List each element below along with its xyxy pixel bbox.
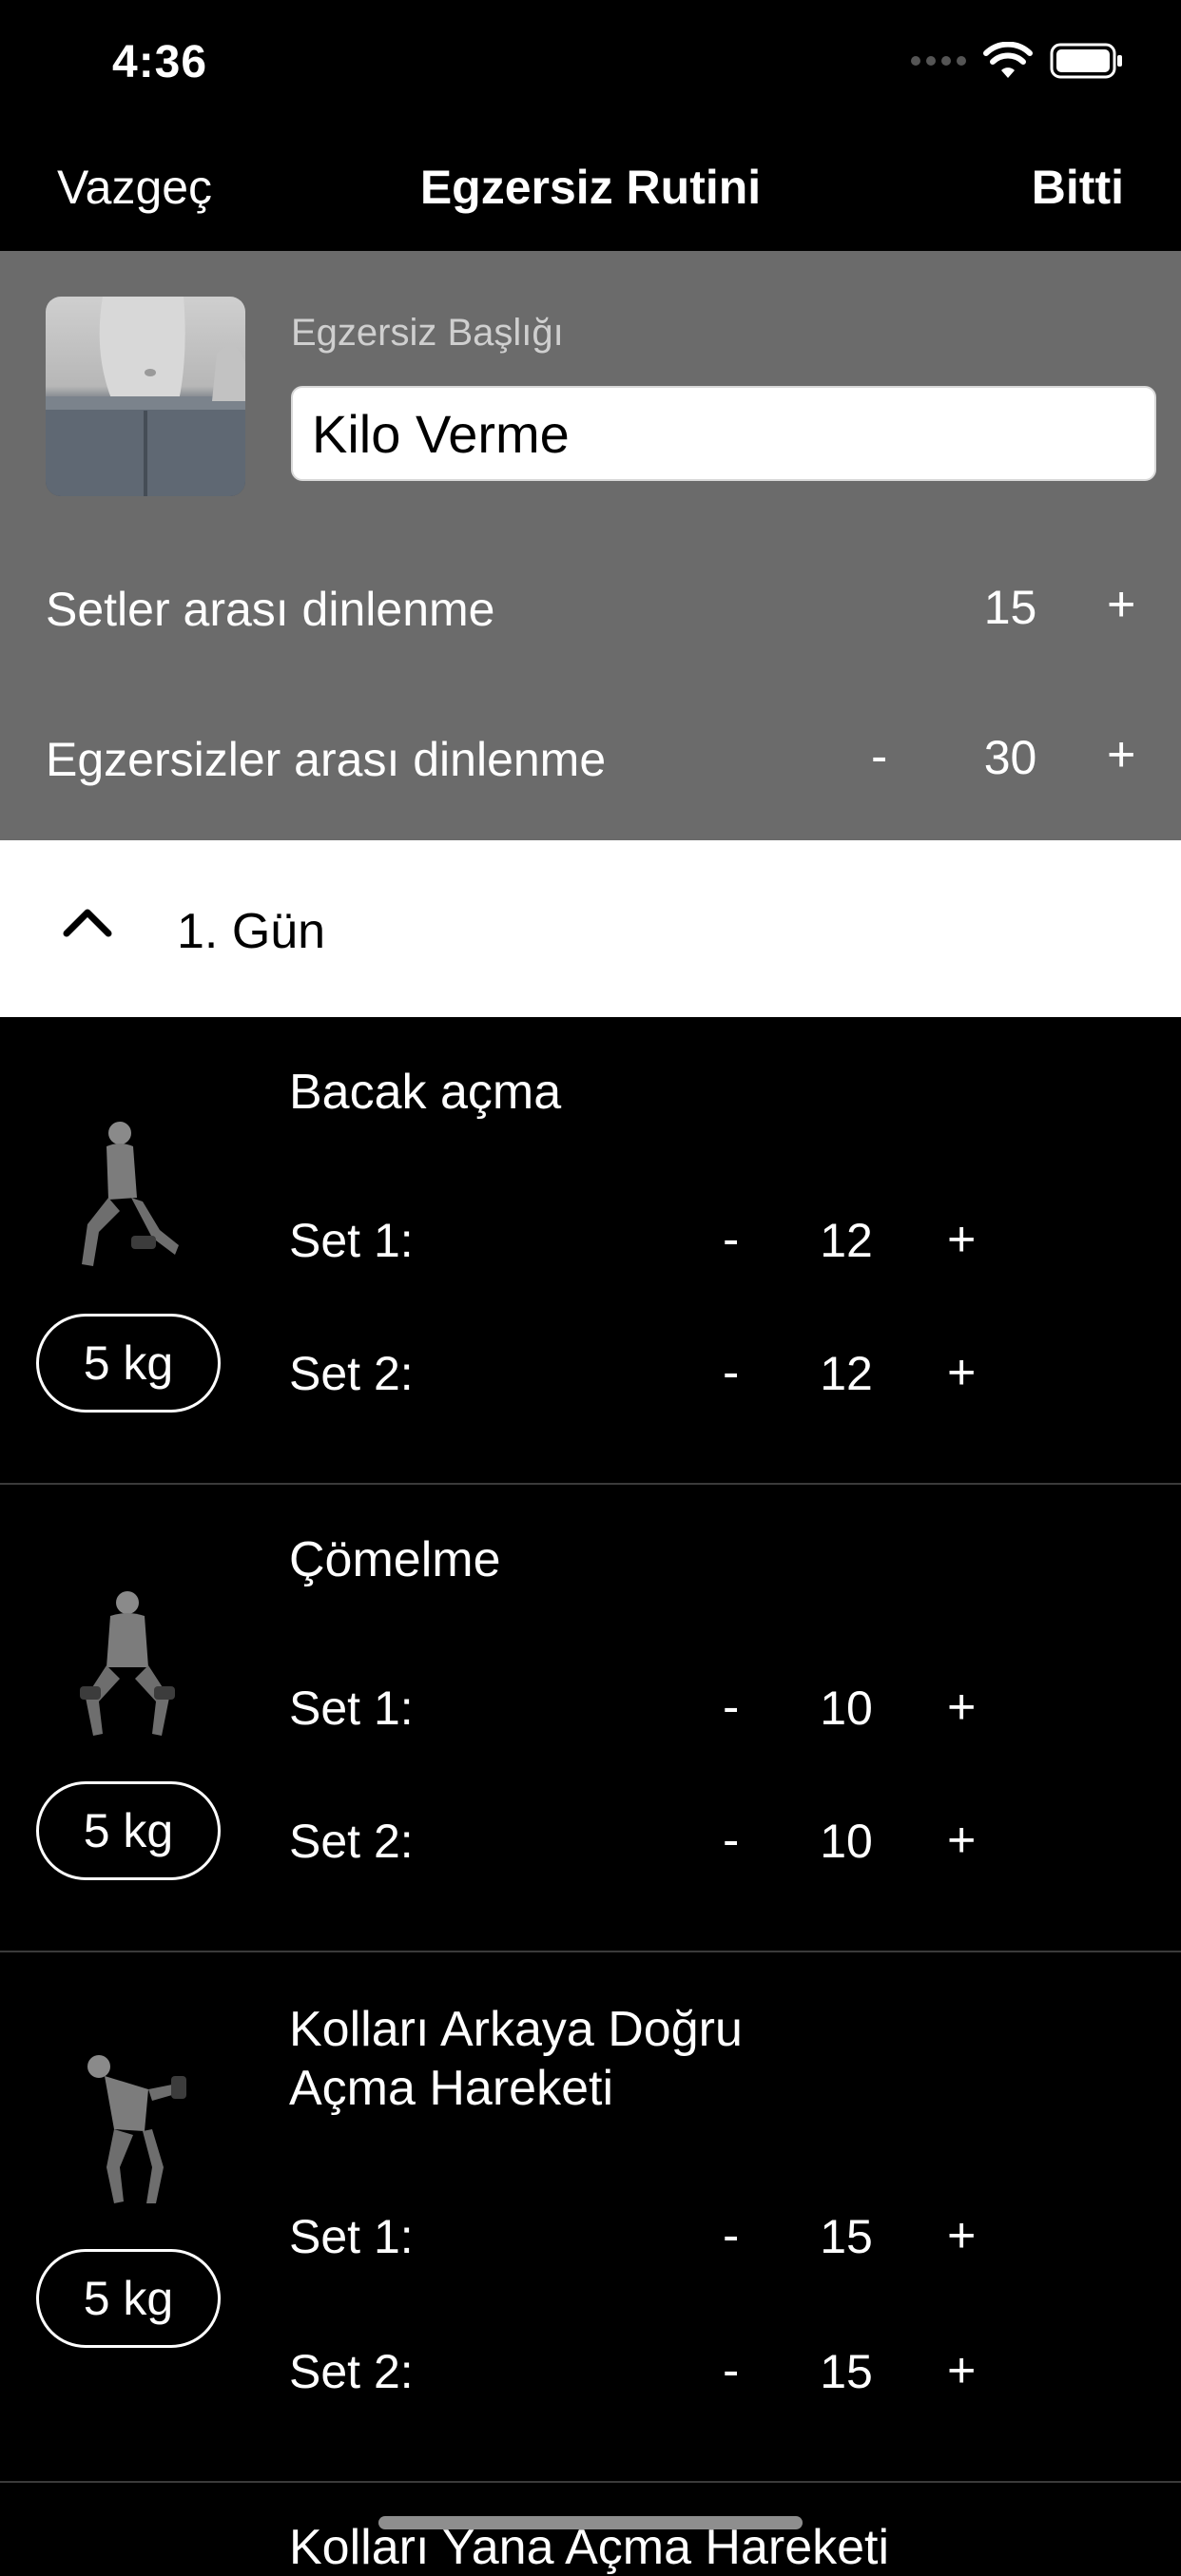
status-time: 4:36 (112, 37, 208, 87)
rest-between-exercises-label: Egzersizler arası dinlenme (46, 733, 607, 786)
routine-image[interactable] (46, 297, 245, 496)
routine-settings-panel: Egzersiz Başlığı Setler arası dinlenme 1… (0, 251, 1181, 840)
status-icons (911, 42, 1124, 80)
set-reps-value: 12 (820, 1347, 873, 1400)
set-increment-button[interactable]: + (947, 1812, 976, 1869)
rest-between-sets-value: 15 (983, 581, 1037, 634)
rest-between-exercises-increment-button[interactable]: + (1107, 726, 1135, 783)
set-decrement-button[interactable]: - (723, 1679, 739, 1736)
status-bar: 4:36 (0, 0, 1181, 133)
set-label: Set 2: (289, 2345, 414, 2398)
home-indicator[interactable] (378, 2516, 803, 2529)
set-decrement-button[interactable]: - (723, 1812, 739, 1869)
set-reps-value: 10 (820, 1815, 873, 1868)
rest-between-exercises-value: 30 (983, 731, 1037, 784)
set-decrement-button[interactable]: - (723, 2342, 739, 2399)
set-decrement-button[interactable]: - (723, 1211, 739, 1268)
exercise-name: Çömelme (289, 1532, 501, 1587)
rest-between-exercises-row: Egzersizler arası dinlenme - 30 + (0, 705, 1181, 810)
set-increment-button[interactable]: + (947, 2342, 976, 2399)
rest-between-sets-row: Setler arası dinlenme 15 + (0, 555, 1181, 660)
exercise-name: Bacak açma (289, 1065, 562, 1120)
exercise-item: 5 kg Bacak açma Set 1: - 12 + Set 2: - 1… (0, 1017, 1181, 1485)
rest-between-sets-label: Setler arası dinlenme (46, 583, 495, 636)
exercise-item: 5 kg Kolları Arkaya Doğru Açma Hareketi … (0, 1952, 1181, 2483)
exercise-name-line: Açma Hareketi (289, 2061, 613, 2116)
set-reps-value: 15 (820, 2210, 873, 2263)
exercise-item: 5 kg Çömelme Set 1: - 10 + Set 2: - 10 + (0, 1485, 1181, 1952)
exercise-name-line: Kolları Arkaya Doğru (289, 2002, 743, 2057)
set-reps-value: 15 (820, 2345, 873, 2398)
rest-between-exercises-decrement-button[interactable]: - (871, 728, 887, 785)
set-increment-button[interactable]: + (947, 2207, 976, 2264)
weight-button[interactable]: 5 kg (36, 1314, 221, 1413)
set-decrement-button[interactable]: - (723, 1344, 739, 1401)
exercise-name: Kolları Arkaya Doğru Açma Hareketi (289, 2000, 879, 2118)
page-title: Egzersiz Rutini (419, 161, 762, 214)
set-increment-button[interactable]: + (947, 1211, 976, 1268)
set-label: Set 1: (289, 2210, 414, 2263)
cellular-signal-icon (911, 56, 966, 66)
battery-icon (1050, 43, 1122, 79)
set-reps-value: 10 (820, 1682, 873, 1735)
navigation-bar: Vazgeç Egzersiz Rutini Bitti (0, 133, 1181, 251)
day-label: 1. Gün (177, 904, 326, 959)
exercise-figure-image (87, 2055, 186, 2203)
set-label: Set 1: (289, 1214, 414, 1267)
weight-button[interactable]: 5 kg (36, 1781, 221, 1880)
set-label: Set 2: (289, 1815, 414, 1868)
wifi-icon (983, 42, 1033, 78)
set-increment-button[interactable]: + (947, 1344, 976, 1401)
set-increment-button[interactable]: + (947, 1679, 976, 1736)
exercise-figure-image (80, 1591, 175, 1736)
day-section-header[interactable]: 1. Gün (0, 840, 1181, 1017)
set-label: Set 2: (289, 1347, 414, 1400)
weight-button[interactable]: 5 kg (36, 2249, 221, 2348)
set-decrement-button[interactable]: - (723, 2207, 739, 2264)
set-reps-value: 12 (820, 1214, 873, 1267)
title-label: Egzersiz Başlığı (291, 312, 564, 354)
done-button[interactable]: Bitti (1032, 160, 1124, 215)
rest-between-sets-increment-button[interactable]: + (1107, 576, 1135, 633)
routine-title-input[interactable] (291, 386, 1156, 481)
chevron-up-icon (63, 909, 112, 937)
exercise-figure-image (82, 1122, 179, 1266)
set-label: Set 1: (289, 1682, 414, 1735)
